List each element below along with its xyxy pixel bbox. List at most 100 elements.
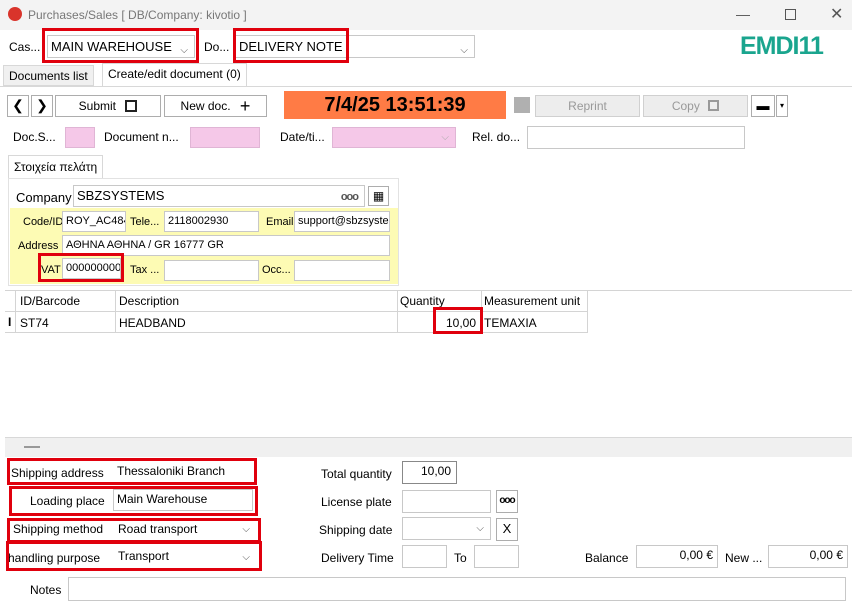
- row-description: HEADBAND: [119, 316, 186, 330]
- handling-purpose-select[interactable]: Transport ⌵: [114, 546, 257, 568]
- new-doc-button[interactable]: New doc. +: [164, 95, 267, 117]
- tab-customer[interactable]: Στοιχεία πελάτη: [8, 155, 104, 179]
- license-plate-input[interactable]: [402, 490, 491, 513]
- doc-icon: [514, 97, 530, 113]
- tab-create-edit[interactable]: Create/edit document (0): [102, 63, 247, 86]
- shipping-address-label: Shipping address: [11, 466, 104, 480]
- total-quantity-label: Total quantity: [321, 467, 392, 481]
- series-input[interactable]: [65, 127, 95, 148]
- grid-top: [5, 290, 852, 291]
- new-doc-label: New doc.: [180, 99, 231, 113]
- company-value: SBZSYSTEMS: [77, 188, 165, 203]
- chevron-down-icon: ⌵: [476, 523, 484, 534]
- more-icon[interactable]: ooo: [496, 490, 518, 513]
- copy-button[interactable]: Copy: [643, 95, 748, 117]
- email-label: Email: [266, 216, 294, 228]
- shipping-date-select[interactable]: ⌵: [402, 517, 491, 540]
- address-label: Address: [18, 240, 59, 252]
- notes-label: Notes: [30, 583, 62, 597]
- clear-date-icon[interactable]: X: [496, 518, 518, 541]
- tab-documents-list[interactable]: Documents list: [3, 65, 94, 86]
- code-input[interactable]: ROY_AC484: [62, 211, 126, 232]
- number-input[interactable]: [190, 127, 260, 148]
- document-type-value: DELIVERY NOTE: [239, 39, 343, 54]
- date-label: Date/ti...: [280, 130, 325, 144]
- copy-icon: [708, 100, 720, 111]
- handling-purpose-label: handling purpose: [8, 551, 101, 565]
- row-id: ST74: [20, 316, 49, 330]
- col-quantity[interactable]: Quantity: [400, 294, 445, 308]
- new-balance-label: New ...: [725, 551, 763, 565]
- col-id[interactable]: ID/Barcode: [20, 294, 80, 308]
- loading-place-label: Loading place: [30, 494, 105, 508]
- number-label: Document n...: [104, 130, 179, 144]
- tel-label: Tele...: [130, 216, 160, 228]
- date-select[interactable]: ⌵: [332, 127, 456, 148]
- tax-label: Tax ...: [130, 264, 160, 276]
- reprint-button[interactable]: Reprint: [535, 95, 640, 117]
- email-input[interactable]: support@sbzsystems: [294, 211, 390, 232]
- shipping-method-label: Shipping method: [13, 522, 104, 536]
- new-balance-value: 0,00 €: [768, 545, 848, 568]
- license-plate-label: License plate: [321, 495, 392, 509]
- tel-input[interactable]: 2118002930: [164, 211, 259, 232]
- copy-label: Copy: [671, 99, 700, 113]
- row-quantity: 10,00: [446, 316, 477, 330]
- warehouse-select[interactable]: MAIN WAREHOUSE ⌵: [47, 35, 195, 58]
- cash-label: Cas...: [9, 40, 41, 54]
- delivery-time-to[interactable]: [474, 545, 519, 568]
- print-menu-icon[interactable]: ▾: [776, 95, 788, 117]
- shipping-method-select[interactable]: Road transport ⌵: [114, 519, 257, 539]
- occ-input[interactable]: [294, 260, 390, 281]
- splitter-grip-icon[interactable]: [24, 446, 40, 448]
- prev-icon[interactable]: ❮: [7, 95, 29, 117]
- window-title: Purchases/Sales [ DB/Company: kivotio ]: [28, 8, 247, 22]
- balance-value: 0,00 €: [636, 545, 718, 568]
- chevron-down-icon: ⌵: [460, 45, 468, 56]
- balance-label: Balance: [585, 551, 629, 565]
- delivery-time-from[interactable]: [402, 545, 447, 568]
- address-input[interactable]: ΑΘΗΝΑ ΑΘΗΝΑ / GR 16777 GR: [62, 235, 390, 256]
- vat-input[interactable]: 000000000: [62, 258, 121, 279]
- series-label: Doc.S...: [13, 130, 56, 144]
- to-label: To: [454, 551, 467, 565]
- col-unit[interactable]: Measurement unit: [484, 294, 580, 308]
- submit-label: Submit: [78, 99, 116, 113]
- brand-logo: EMDI11: [740, 32, 824, 60]
- chevron-down-icon: ⌵: [242, 552, 250, 563]
- close-icon[interactable]: ✕: [830, 4, 843, 24]
- more-icon[interactable]: ooo: [341, 187, 359, 206]
- total-quantity-value: 10,00: [402, 461, 457, 484]
- printer-icon[interactable]: ▬: [751, 95, 775, 117]
- loading-place-input[interactable]: Main Warehouse: [113, 489, 253, 511]
- col-description[interactable]: Description: [119, 294, 179, 308]
- document-type-select[interactable]: DELIVERY NOTE ⌵: [235, 35, 475, 58]
- warehouse-value: MAIN WAREHOUSE: [51, 39, 172, 54]
- splitter[interactable]: [5, 437, 852, 457]
- chevron-down-icon: ⌵: [180, 45, 188, 56]
- submit-button[interactable]: Submit: [55, 95, 161, 117]
- shipping-date-label: Shipping date: [319, 523, 393, 537]
- related-doc-input[interactable]: [527, 126, 745, 149]
- occ-label: Occ...: [262, 264, 291, 276]
- save-icon: [125, 100, 138, 112]
- datetime-display: 7/4/25 13:51:39: [284, 91, 506, 119]
- chevron-down-icon: ⌵: [242, 524, 250, 535]
- doc-label: Do...: [204, 40, 230, 54]
- rel-label: Rel. do...: [472, 130, 521, 144]
- code-label: Code/ID: [23, 216, 64, 228]
- chevron-down-icon: ⌵: [441, 132, 449, 143]
- next-icon[interactable]: ❯: [31, 95, 53, 117]
- tax-input[interactable]: [164, 260, 259, 281]
- shipping-address-input[interactable]: Thessaloniki Branch: [113, 461, 252, 483]
- app-icon: [8, 7, 22, 21]
- title-bar: Purchases/Sales [ DB/Company: kivotio ] …: [0, 0, 852, 30]
- plus-icon: +: [239, 96, 251, 116]
- company-input[interactable]: SBZSYSTEMS ooo: [73, 185, 365, 207]
- delivery-time-label: Delivery Time: [321, 551, 394, 565]
- notes-input[interactable]: [68, 577, 846, 601]
- grid-icon[interactable]: ▦: [368, 186, 389, 206]
- minimize-icon[interactable]: —: [736, 6, 750, 22]
- maximize-icon[interactable]: [785, 9, 796, 20]
- vat-label: VAT: [41, 264, 61, 276]
